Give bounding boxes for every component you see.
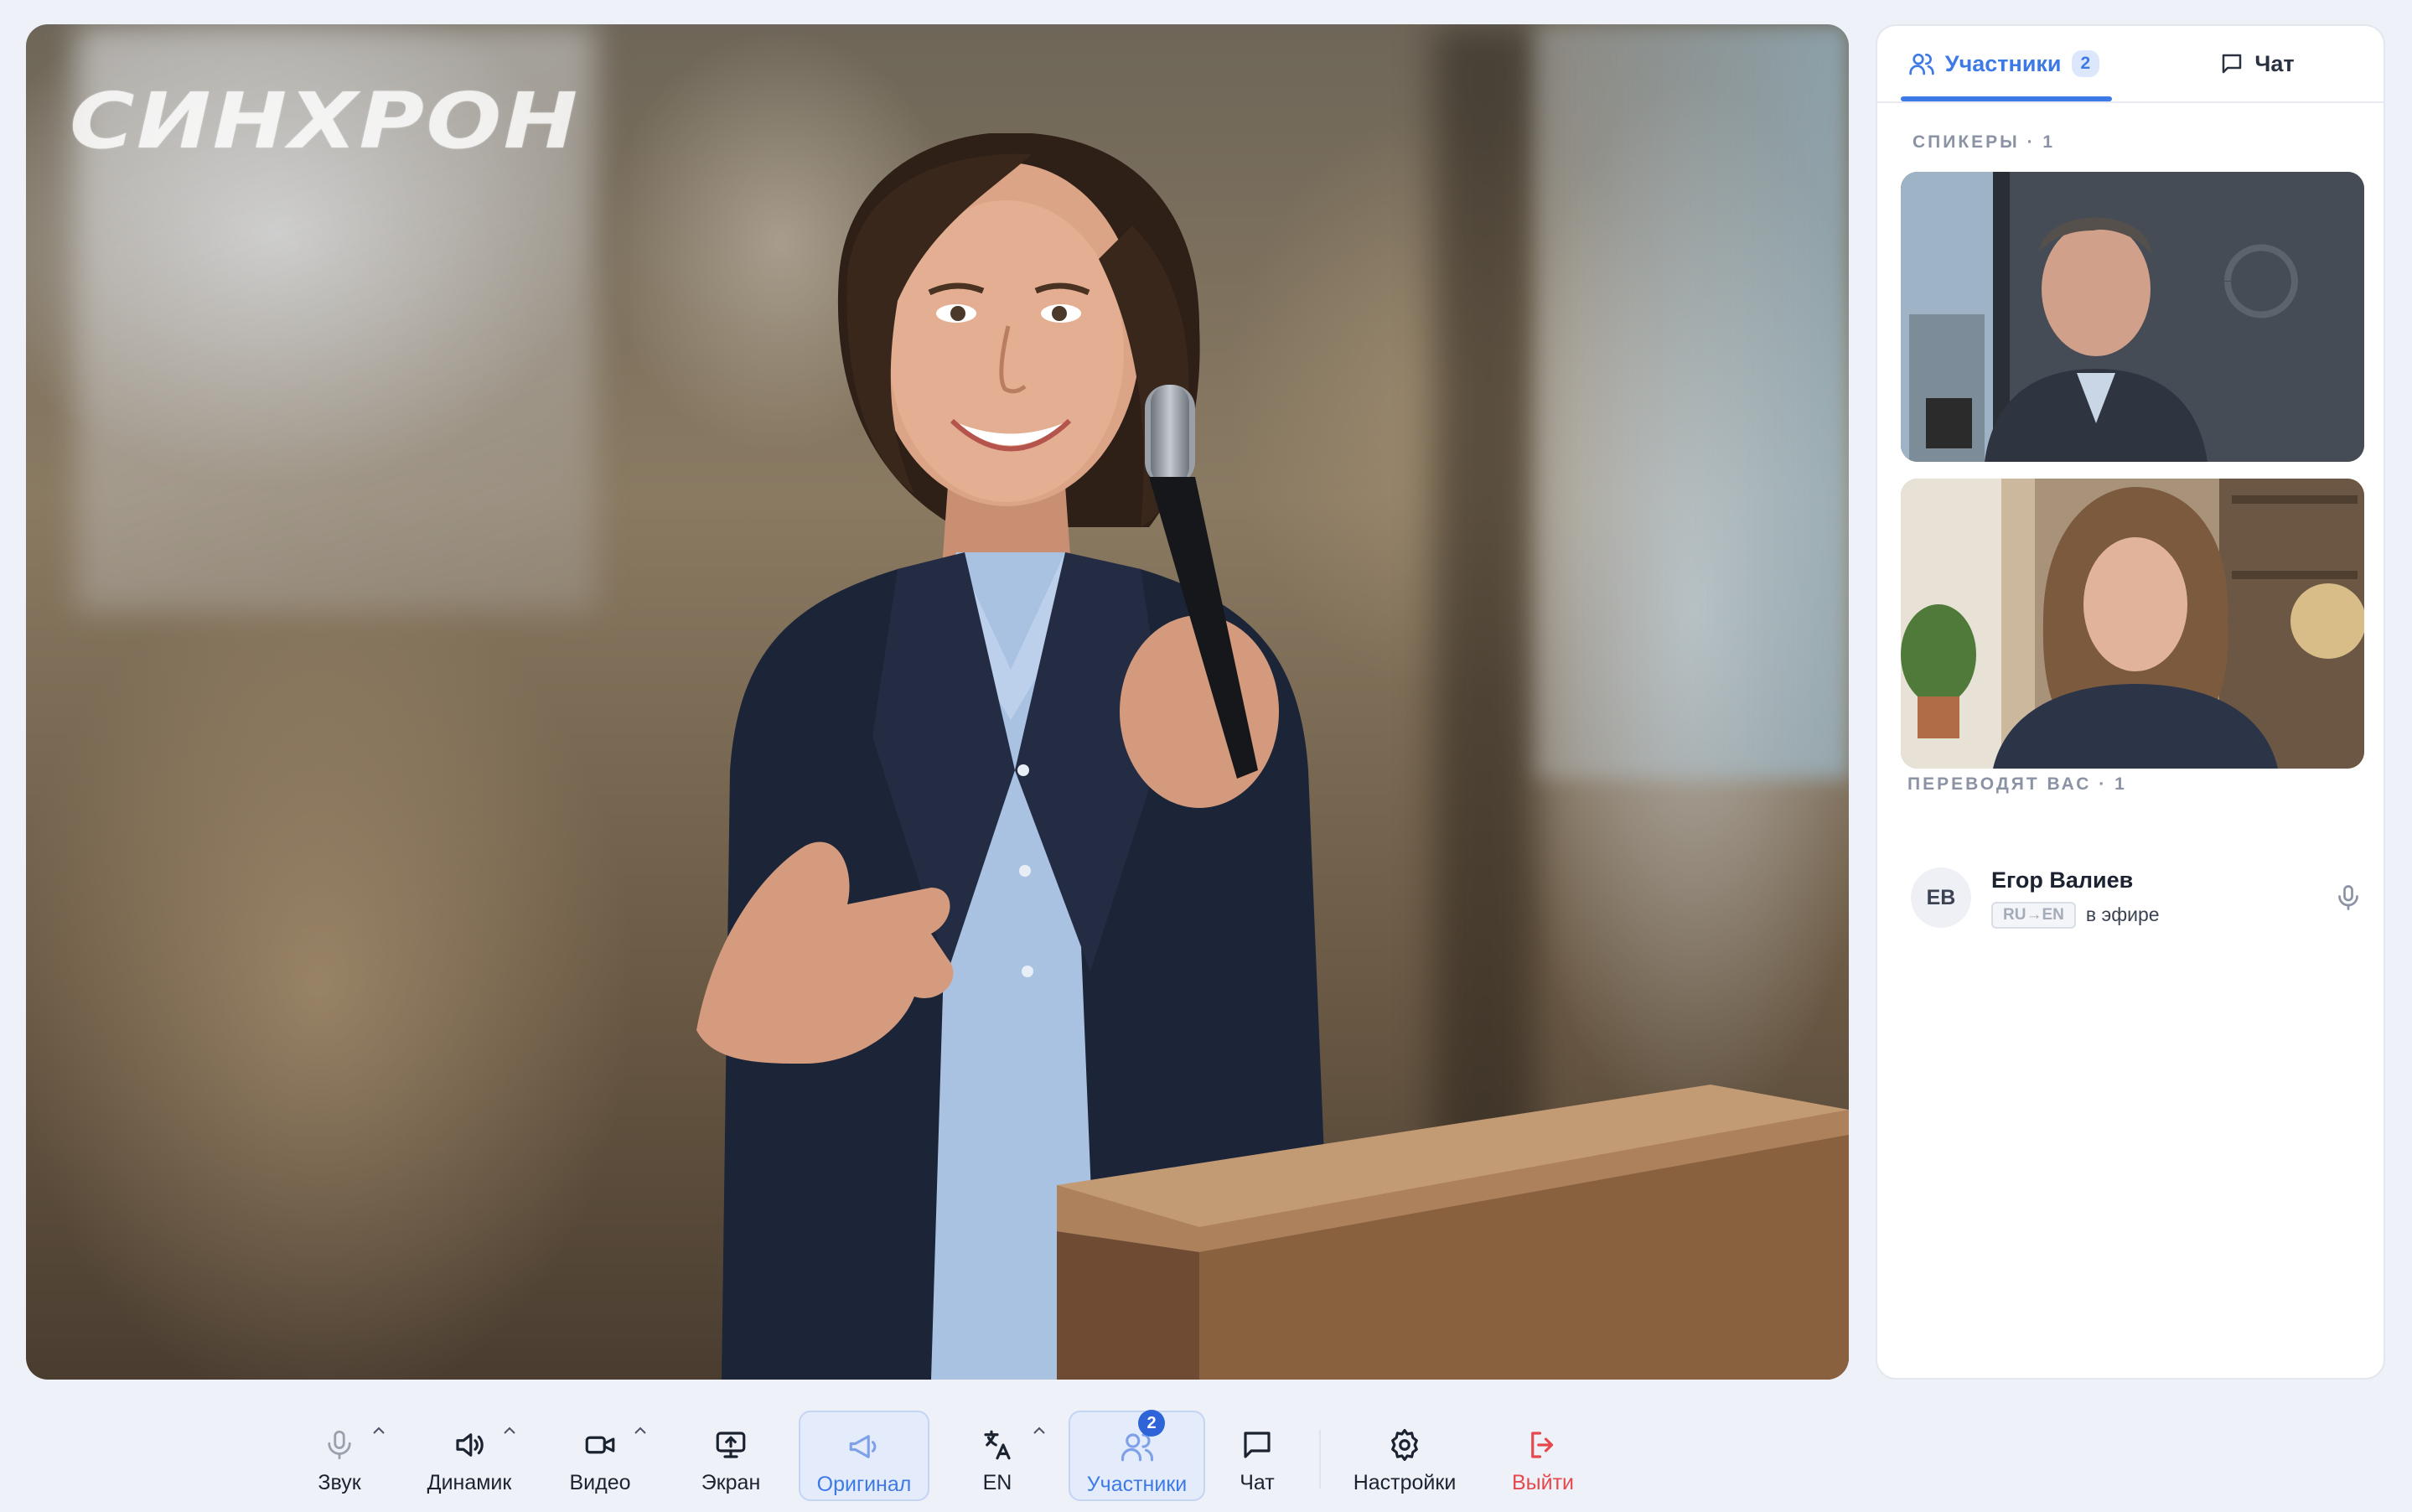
toolbar-divider [1319,1430,1321,1489]
screen-label: Экран [701,1471,761,1494]
screen-share-button[interactable]: Экран [689,1411,773,1501]
logout-icon [1531,1432,1554,1458]
chat-icon [2223,54,2242,74]
speaker-video-woman [1901,479,2364,769]
megaphone-icon [849,1435,877,1458]
original-audio-button[interactable]: Оригинал [799,1411,929,1501]
settings-label: Настройки [1353,1471,1457,1494]
tab-participants-label: Участники [1944,50,2062,76]
language-label: EN [982,1471,1012,1494]
speaker-video-man [1901,172,2364,462]
language-pair-badge: RU→EN [1991,901,2076,929]
active-tab-indicator [1901,96,2112,101]
tab-chat[interactable]: Чат [2130,26,2384,101]
speakers-section-title: СПИКЕРЫ · 1 [1913,132,2056,152]
speaker-label: Динамик [427,1471,512,1494]
speaker-tile[interactable] [1901,172,2364,462]
main-video-stage[interactable]: СИНХРОН [26,24,1849,1380]
settings-button[interactable]: Настройки [1341,1411,1468,1501]
translator-row[interactable]: ЕВ Егор Валиев RU→EN в эфире [1911,856,2363,940]
podium [1057,1085,1849,1380]
mic-icon [328,1430,351,1460]
participants-count-badge: 2 [1138,1410,1165,1437]
avatar: ЕВ [1911,867,1971,928]
translators-section-title: ПЕРЕВОДЯТ ВАС · 1 [1907,774,2127,794]
speaker-tile[interactable] [1901,479,2364,769]
exit-button[interactable]: Выйти [1505,1411,1581,1501]
chat-icon [1244,1432,1271,1458]
tab-participants[interactable]: Участники 2 [1877,26,2130,101]
status-text: в эфире [2085,904,2160,925]
speaker-options-chevron-up-icon[interactable] [499,1421,520,1441]
translate-icon [984,1430,1011,1460]
participants-label: Участники [1086,1473,1188,1496]
video-button[interactable]: Видео [558,1411,642,1501]
brand-logo: СИНХРОН [70,76,580,166]
mic-icon[interactable] [2333,883,2363,913]
tab-chat-label: Чат [2254,50,2295,76]
translator-meta: RU→EN в эфире [1991,901,2333,929]
gear-icon [1391,1428,1418,1462]
camera-icon [585,1436,615,1454]
participants-button[interactable]: Участники [1069,1411,1205,1501]
side-panel: Участники 2 Чат СПИКЕРЫ · 1 ПЕРЕВОДЯТ ВА… [1876,24,2385,1380]
video-label: Видео [569,1471,631,1494]
sound-options-chevron-up-icon[interactable] [369,1421,389,1441]
video-options-chevron-up-icon[interactable] [630,1421,650,1441]
panel-tabs: Участники 2 Чат [1877,26,2384,103]
background-window [1535,24,1849,779]
chat-button[interactable]: Чат [1224,1411,1291,1501]
participants-count-badge: 2 [2071,50,2100,77]
translator-name: Егор Валиев [1991,867,2134,893]
volume-icon [456,1433,484,1457]
exit-label: Выйти [1511,1471,1575,1494]
translator-info: Егор Валиев RU→EN в эфире [1991,867,2333,929]
language-options-chevron-up-icon[interactable] [1029,1421,1049,1441]
screen-share-icon [716,1432,746,1458]
users-icon [1909,53,1934,75]
chat-label: Чат [1240,1471,1275,1494]
sound-label: Звук [318,1471,361,1494]
original-label: Оригинал [816,1473,912,1496]
language-button[interactable]: EN [964,1411,1031,1501]
sound-button[interactable]: Звук [302,1411,377,1501]
